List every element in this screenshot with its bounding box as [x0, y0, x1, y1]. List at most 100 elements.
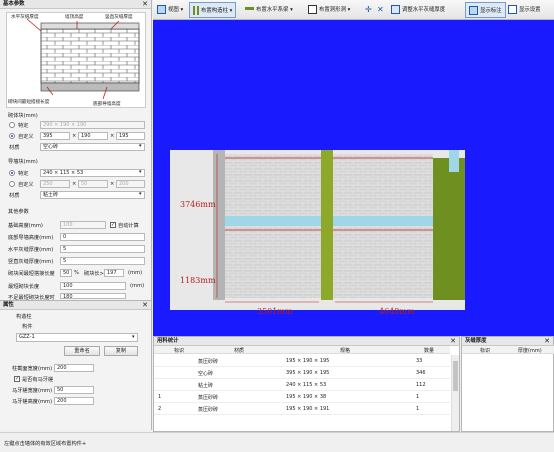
radio-custom-block[interactable]	[9, 133, 15, 139]
table-row[interactable]: 空心砖 395 × 190 × 195 346	[154, 367, 450, 379]
horse-height-label: 马牙槎高度(mm)	[12, 399, 53, 405]
times-icon: ×	[72, 181, 77, 187]
row-spec: 195 × 190 × 38	[286, 394, 327, 400]
show-settings-button[interactable]: 显示设置	[508, 2, 541, 18]
bottom-guide-input[interactable]: 0	[60, 233, 145, 241]
view-label: 视图	[168, 7, 179, 13]
close-icon[interactable]: ✕	[450, 337, 456, 346]
table-row[interactable]: 1 蒸压砂砖 195 × 190 × 38 1	[154, 391, 450, 403]
diagram-label-min-cut: 砌块间最短搭接长度	[8, 100, 50, 105]
diagram-label-wall-height: 墙顶高度	[65, 15, 84, 20]
vert-mortar-input[interactable]: 5	[60, 257, 145, 265]
min-block-input[interactable]: 100	[60, 282, 126, 290]
table-row[interactable]: 蒸压砂砖 195 × 190 × 195 33	[154, 355, 450, 367]
chevron-down-icon[interactable]: ▾	[139, 191, 142, 197]
adjust-mortar-button[interactable]: 调整水平灰缝厚度	[391, 2, 445, 18]
radio-spec-label: 特定	[18, 123, 29, 129]
row-material: 空心砖	[198, 371, 214, 377]
status-bar: 左键点击墙体的有效区域布置构件+	[0, 432, 554, 452]
row-id: 2	[158, 406, 162, 412]
scroll-thumb[interactable]	[453, 361, 458, 391]
horse-width-input[interactable]: 50	[54, 386, 94, 394]
group-label: 构造柱	[16, 314, 32, 320]
lap-unit: %	[74, 270, 79, 276]
close-icon[interactable]: ✕	[142, 0, 148, 9]
toolbar: 视图 ▾ 布置构造柱 ▾ 布置水平系梁 ▾ 布置洞形洞 ▾ ✛ ✕ 调整水平灰缝…	[153, 0, 554, 20]
guide-spec-select[interactable]: 240 × 115 × 53	[40, 169, 145, 177]
drawing-canvas[interactable]: 3746mm 1183mm 3501mm 4648mm	[153, 20, 554, 336]
guide-material-select[interactable]: 粘土砖	[40, 191, 145, 199]
mortar-title: 灰缝厚度 ✕	[462, 337, 553, 346]
table-row[interactable]: 粘土砖 240 × 115 × 53 112	[154, 379, 450, 391]
lap-extra-input[interactable]: 197	[104, 269, 124, 277]
cut-length-input[interactable]: 180	[60, 293, 126, 300]
guide-brick-label: 导墙块(mm)	[8, 159, 38, 165]
block-length-input[interactable]: 395	[40, 132, 70, 140]
diagram-label-horizontal: 水平灰缝厚度	[11, 15, 39, 20]
wall-diagram: 水平灰缝厚度 墙顶高度 竖直灰缝厚度 砌块间最短搭接长度 底部导墙高度	[6, 12, 146, 108]
radio-spec-guide[interactable]	[9, 170, 15, 176]
place-beam-button[interactable]: 布置水平系梁 ▾	[245, 2, 293, 18]
move-button[interactable]: ✛	[365, 2, 372, 18]
horiz-mortar-input[interactable]: 5	[60, 245, 145, 253]
delete-button[interactable]: ✕	[377, 2, 384, 18]
bottom-height-input[interactable]: 100	[60, 221, 106, 229]
auto-calc-checkbox[interactable]: ✓	[110, 222, 116, 228]
guide-material-label: 材质	[9, 193, 20, 199]
radio-custom-guide[interactable]	[9, 181, 15, 187]
radio-custom-label: 自定义	[18, 134, 34, 140]
stats-header: 标识 材质 规格 数量	[154, 346, 450, 354]
bottom-guide-label: 底部导墙高度(mm)	[8, 235, 54, 241]
horse-teeth-checkbox[interactable]: ✓	[14, 376, 20, 382]
show-settings-label: 显示设置	[519, 7, 541, 13]
block-size-label: 砌体块(mm)	[8, 113, 38, 119]
chevron-down-icon[interactable]: ▾	[139, 169, 142, 175]
dim-width-1: 3501mm	[257, 307, 293, 316]
show-annotation-button[interactable]: 显示标注	[465, 2, 506, 18]
guide-length-input[interactable]: 250	[40, 180, 70, 188]
section-width-label: 柱截面宽度(mm)	[12, 366, 53, 372]
horse-height-input[interactable]: 200	[54, 397, 94, 405]
min-block-unit: (mm)	[130, 283, 145, 289]
guide-width-input[interactable]: 50	[78, 180, 108, 188]
stats-header-qty: 数量	[424, 348, 435, 354]
stats-scrollbar[interactable]	[451, 355, 459, 431]
close-icon[interactable]: ✕	[544, 337, 550, 346]
rename-button[interactable]: 重命名	[64, 346, 100, 356]
component-select[interactable]: GZZ-1	[16, 333, 138, 342]
table-row[interactable]: 2 蒸压砂砖 195 × 190 × 191 1	[154, 403, 450, 415]
copy-button[interactable]: 复制	[104, 346, 138, 356]
guide-height-input[interactable]: 200	[116, 180, 145, 188]
close-icon[interactable]: ✕	[142, 301, 148, 310]
auto-calc-label: 自动计算	[118, 223, 139, 229]
section-width-input[interactable]: 200	[54, 364, 94, 372]
radio-spec-block[interactable]	[9, 122, 15, 128]
times-icon: ×	[72, 133, 77, 139]
view-button[interactable]: 视图 ▾	[157, 2, 183, 18]
block-width-input[interactable]: 190	[78, 132, 108, 140]
show-annotation-label: 显示标注	[480, 8, 502, 14]
material-select[interactable]: 空心砖	[40, 143, 145, 151]
mortar-header-thickness: 厚度(mm)	[518, 348, 542, 354]
row-material: 蒸压砂砖	[198, 359, 219, 365]
dim-width-2: 4648mm	[379, 307, 415, 316]
horse-teeth-label: 是否有马牙槎	[22, 377, 54, 383]
monitor-icon	[157, 5, 166, 14]
beam-icon	[245, 6, 254, 13]
chevron-down-icon[interactable]: ▾	[132, 334, 135, 340]
settings-icon	[508, 5, 517, 14]
diagram-label-vertical: 竖直灰缝厚度	[105, 15, 133, 20]
place-column-button[interactable]: 布置构造柱 ▾	[189, 2, 237, 18]
block-spec-select[interactable]: 290 × 190 × 190	[40, 121, 145, 129]
other-params-label: 其他参数	[8, 209, 29, 215]
opening-icon	[308, 5, 317, 14]
chevron-down-icon[interactable]: ▾	[139, 143, 142, 149]
vert-mortar-label: 竖直灰缝厚度(mm)	[8, 259, 54, 265]
lap-input[interactable]: 50	[60, 269, 72, 277]
place-opening-button[interactable]: 布置洞形洞 ▾	[308, 2, 350, 18]
row-qty: 33	[416, 358, 423, 364]
lap-extra-label: 砌块长>	[84, 271, 104, 277]
block-height-input[interactable]: 195	[116, 132, 145, 140]
place-opening-label: 布置洞形洞	[319, 7, 346, 13]
stats-title-text: 用料统计	[157, 338, 179, 344]
